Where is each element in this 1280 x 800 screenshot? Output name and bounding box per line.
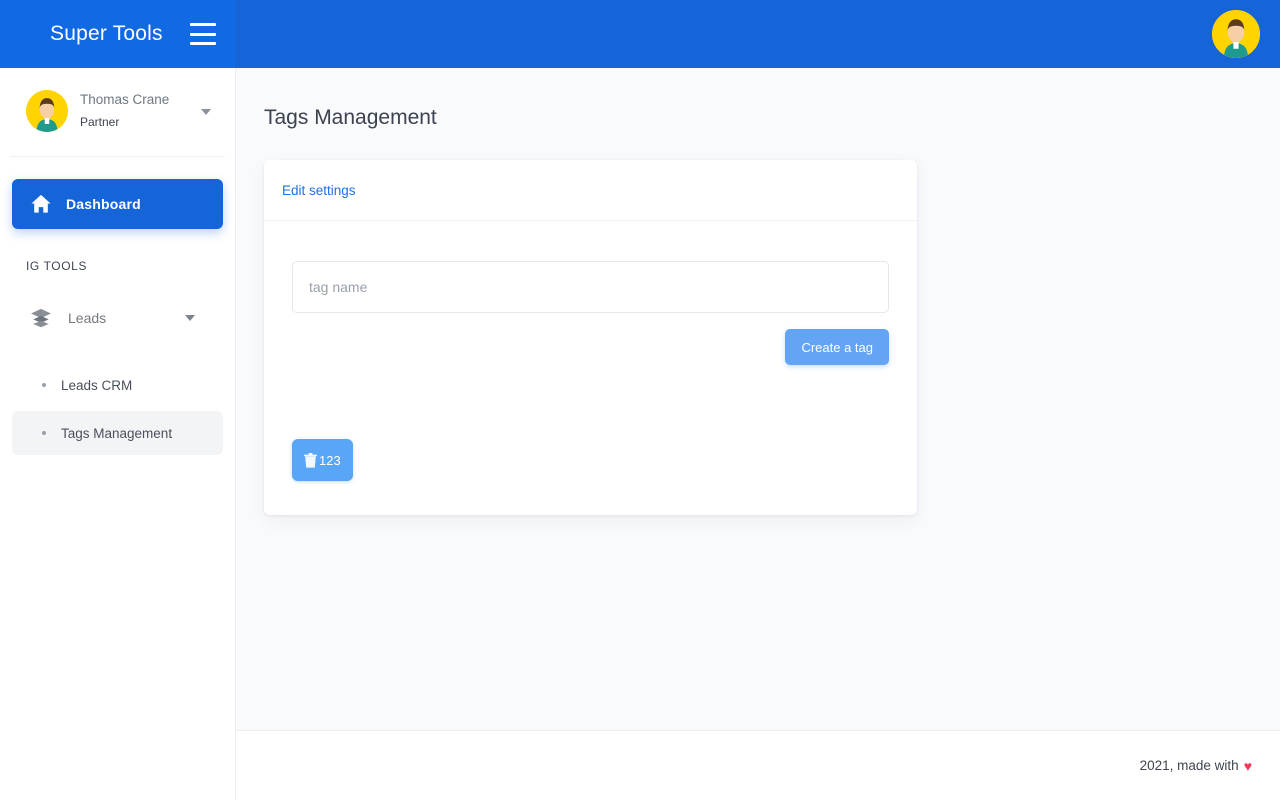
tag-list: 123 bbox=[292, 439, 889, 481]
sidebar-item-leads-crm[interactable]: Leads CRM bbox=[12, 363, 223, 407]
bullet-icon bbox=[42, 431, 46, 436]
sidebar-item-label: Dashboard bbox=[66, 196, 141, 213]
bullet-icon bbox=[42, 383, 46, 388]
create-tag-button[interactable]: Create a tag bbox=[785, 329, 889, 365]
card-body: Create a tag 123 bbox=[264, 221, 917, 515]
chevron-down-icon[interactable] bbox=[185, 315, 195, 322]
footer: 2021, made with ♥ bbox=[236, 730, 1280, 800]
profile-role: Partner bbox=[80, 115, 120, 130]
sidebar-subitem-label: Tags Management bbox=[61, 425, 173, 441]
header-avatar[interactable] bbox=[1210, 8, 1262, 60]
sidebar-section-label: IG TOOLS bbox=[26, 259, 88, 274]
hamburger-bar bbox=[190, 23, 216, 26]
user-avatar-icon bbox=[1212, 10, 1260, 58]
sidebar-item-tags-management[interactable]: Tags Management bbox=[12, 411, 223, 456]
sidebar-profile[interactable]: Thomas Crane Partner bbox=[10, 68, 225, 158]
chevron-down-icon[interactable] bbox=[201, 109, 211, 116]
card-header: Edit settings bbox=[264, 160, 917, 221]
tag-chip[interactable]: 123 bbox=[292, 439, 353, 481]
profile-name: Thomas Crane bbox=[80, 92, 170, 107]
tag-name-input[interactable] bbox=[292, 261, 889, 313]
user-avatar-icon bbox=[26, 90, 68, 133]
profile-text: Thomas Crane Partner bbox=[80, 90, 169, 132]
edit-settings-link[interactable]: Edit settings bbox=[282, 183, 356, 198]
sidebar: Thomas Crane Partner Dashboard IG TOOLS … bbox=[0, 68, 236, 800]
sidebar-subitem-label: Leads CRM bbox=[61, 377, 133, 393]
hamburger-icon[interactable] bbox=[190, 23, 216, 45]
card-actions: Create a tag bbox=[292, 329, 889, 365]
sidebar-nav: Dashboard IG TOOLS Leads Leads CRM Tags … bbox=[0, 157, 235, 456]
edit-settings-card: Edit settings Create a tag 123 bbox=[264, 160, 917, 515]
sidebar-item-dashboard[interactable]: Dashboard bbox=[12, 179, 223, 230]
footer-text: 2021, made with bbox=[1139, 758, 1239, 773]
sidebar-subnav: Leads CRM Tags Management bbox=[12, 363, 223, 456]
sidebar-item-label: Leads bbox=[68, 310, 107, 327]
home-icon bbox=[31, 195, 51, 214]
tag-chip-label: 123 bbox=[319, 452, 341, 468]
app-root: Super Tools Thomas Crane Partner Dashboa… bbox=[0, 0, 1280, 800]
layers-icon bbox=[31, 309, 51, 328]
sidebar-item-leads[interactable]: Leads bbox=[12, 295, 223, 341]
hamburger-bar bbox=[190, 32, 216, 36]
main-content: Tags Management Edit settings Create a t… bbox=[236, 68, 1280, 730]
top-header: Super Tools bbox=[0, 0, 1280, 68]
footer-text-wrap: 2021, made with ♥ bbox=[1140, 758, 1252, 774]
app-title: Super Tools bbox=[50, 22, 163, 45]
page-title: Tags Management bbox=[264, 106, 437, 129]
header-brand-area: Super Tools bbox=[0, 0, 236, 68]
avatar bbox=[26, 90, 68, 133]
hamburger-bar bbox=[190, 42, 216, 45]
heart-icon: ♥ bbox=[1243, 757, 1252, 774]
trash-icon bbox=[304, 452, 317, 468]
